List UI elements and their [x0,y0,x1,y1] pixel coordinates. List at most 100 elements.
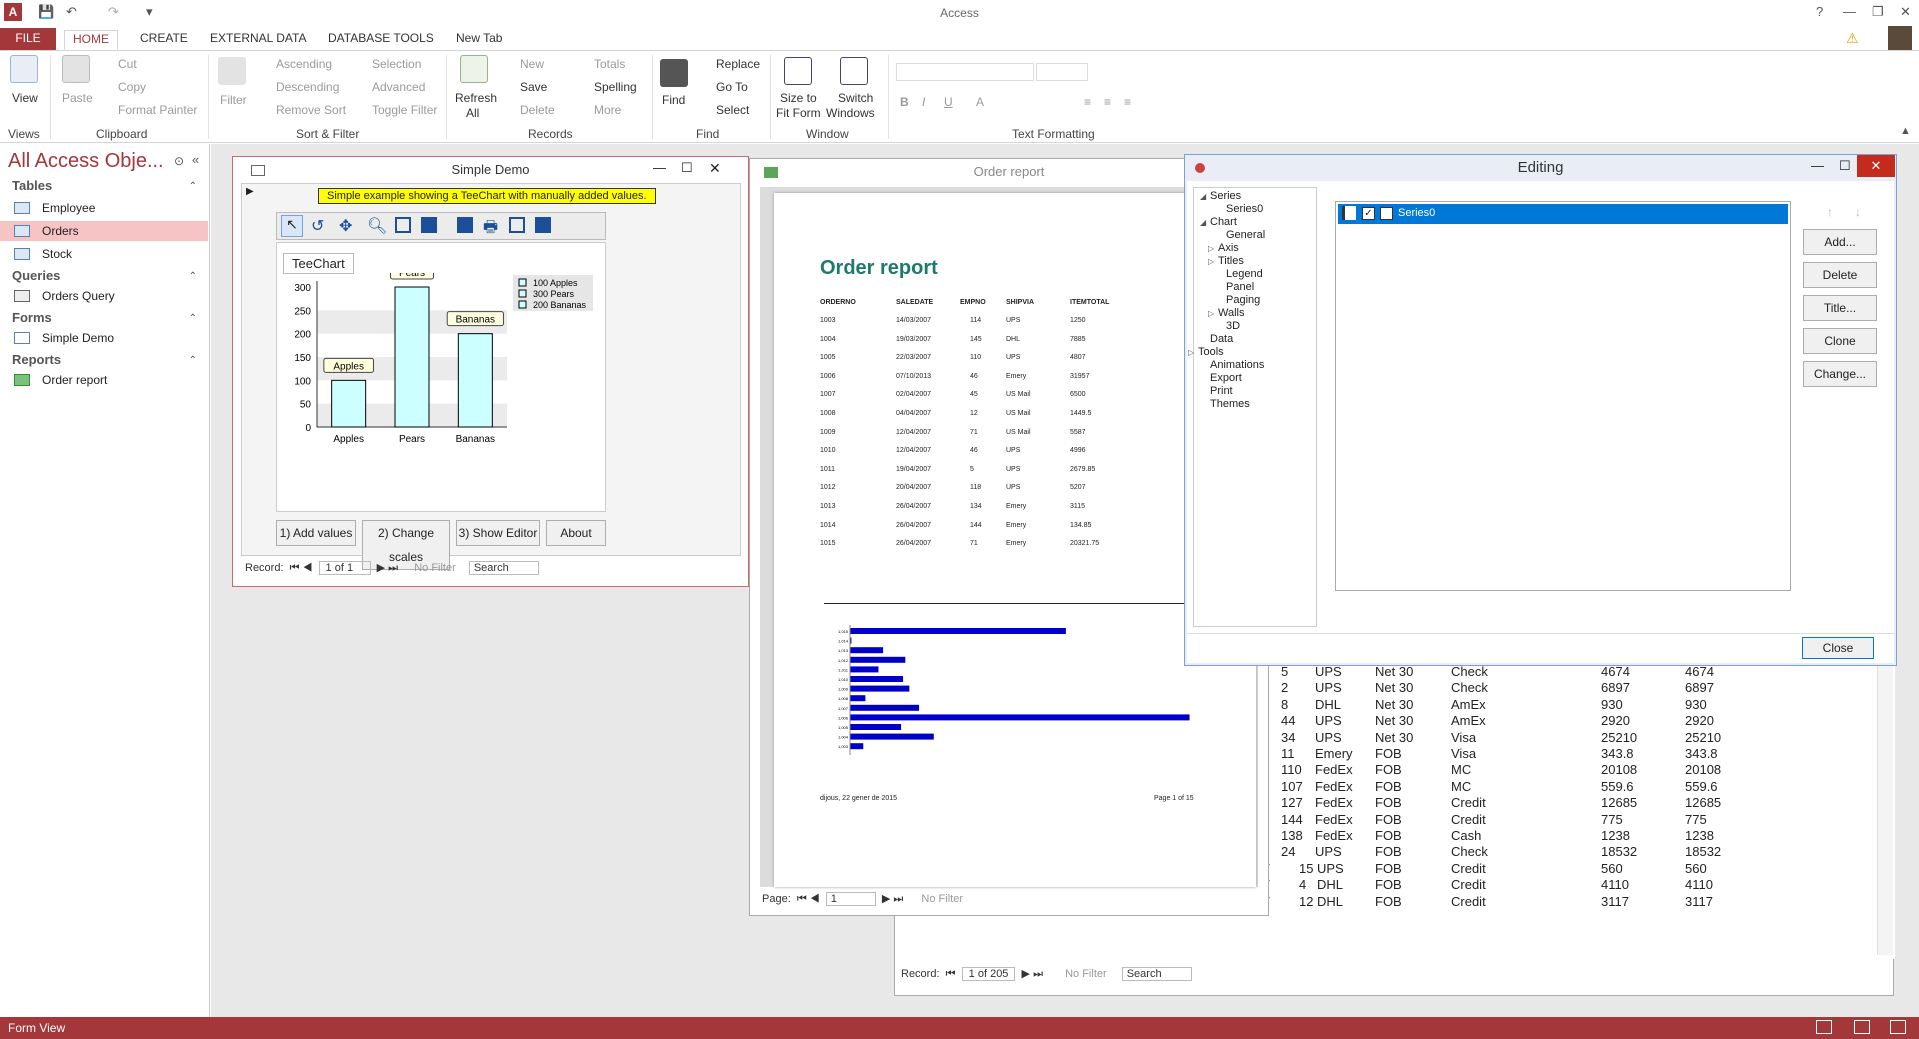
table-cell[interactable]: Credit [1451,861,1486,876]
table-cell[interactable]: DHL [1317,877,1343,892]
minimize-icon[interactable]: — [1811,158,1824,173]
table-cell[interactable]: FOB [1375,762,1402,777]
binoculars-icon[interactable] [660,59,688,87]
view-icon[interactable] [10,55,38,83]
table-cell[interactable]: Net 30 [1375,680,1413,695]
tree-node[interactable]: Themes [1210,398,1250,410]
align-left-icon[interactable]: ≡ [1084,95,1091,109]
add-series-button[interactable]: Add... [1803,229,1877,255]
table-cell[interactable]: 144 [1281,812,1303,827]
no-filter-label[interactable]: No Filter [1065,968,1107,980]
first-record-icon[interactable]: ⏮ [943,968,959,980]
table-cell[interactable]: 2 [1281,680,1288,695]
chevron-up-icon[interactable]: ⌃ [189,271,197,282]
series-color-swatch[interactable] [1380,207,1393,220]
table-cell[interactable]: Visa [1451,730,1476,745]
nav-header-forms[interactable]: Forms [12,310,52,325]
tree-node[interactable]: General [1226,229,1265,241]
chevron-up-icon[interactable]: ⌃ [189,313,197,324]
teechart-bar-chart[interactable]: 0 50 100 150 200 250 300 Apples Apples Pears Pears… [277,273,607,513]
table-cell[interactable]: 25210 [1601,730,1637,745]
next-record-icon[interactable]: ▶ ⏭ [1019,968,1047,980]
table-cell[interactable]: FOB [1375,877,1402,892]
editor-tool-icon[interactable] [457,217,473,233]
tree-node[interactable]: Data [1210,333,1233,345]
toggle-filter-button[interactable]: Toggle Filter [372,103,437,117]
design-view-icon[interactable] [1890,1020,1906,1034]
size-to-fit-button[interactable]: Size to [780,91,817,105]
depth-tool-icon[interactable] [395,217,411,233]
table-cell[interactable]: FOB [1375,861,1402,876]
collapse-ribbon-icon[interactable]: ▲ [1900,125,1911,137]
user-avatar[interactable] [1888,26,1912,50]
record-selector-arrow-icon[interactable]: ▶ [246,186,254,197]
table-cell[interactable]: 2920 [1685,713,1714,728]
table-cell[interactable]: 18532 [1685,844,1721,859]
tree-node[interactable]: Series [1210,190,1241,202]
warning-icon[interactable]: ⚠ [1846,30,1859,47]
switch-windows-icon[interactable] [840,57,868,85]
table-cell[interactable]: 3117 [1685,894,1713,909]
series-visible-checkbox[interactable]: ✓ [1362,207,1375,220]
table-cell[interactable]: Net 30 [1375,664,1413,679]
table-cell[interactable]: 8 [1281,697,1288,712]
nav-menu-icon[interactable]: ⊙ [174,154,184,168]
refresh-all-button[interactable]: Refresh [455,91,497,105]
close-icon[interactable]: ✕ [1900,4,1911,20]
table-cell[interactable]: FedEx [1315,795,1353,810]
table-cell[interactable]: UPS [1317,861,1344,876]
record-position[interactable]: 1 of 205 [961,967,1016,981]
refresh-icon[interactable] [460,55,488,83]
ascending-button[interactable]: Ascending [276,57,332,71]
table-cell[interactable]: 1238 [1685,828,1714,843]
table-cell[interactable]: 5 [1281,664,1288,679]
chart-bar[interactable] [394,286,430,428]
tree-expander-icon[interactable]: ▷ [1188,348,1194,357]
size-to-fit-icon[interactable] [784,57,812,85]
nav-item-orders[interactable]: Orders [0,221,208,241]
cut-button[interactable]: Cut [118,57,137,71]
table-cell[interactable]: FOB [1375,844,1402,859]
table-cell[interactable]: 18532 [1601,844,1637,859]
datasheet-view-icon[interactable] [1854,1020,1870,1034]
goto-button[interactable]: Go To [716,80,748,94]
tree-node[interactable]: Paging [1226,294,1260,306]
table-cell[interactable]: FedEx [1315,779,1353,794]
move-up-icon[interactable]: ↑ [1827,205,1833,219]
table-cell[interactable]: 930 [1685,697,1707,712]
next-record-icon[interactable]: ▶ ⏭ [374,562,402,574]
nav-item-employee[interactable]: Employee [0,198,208,218]
table-cell[interactable]: 559.6 [1601,779,1634,794]
table-cell[interactable]: FOB [1375,746,1402,761]
tab-create[interactable]: CREATE [132,30,196,50]
table-cell[interactable]: 343.8 [1601,746,1634,761]
rotate-tool-icon[interactable]: ↺ [311,216,324,236]
table-cell[interactable]: 12685 [1601,795,1637,810]
chart-bar[interactable] [457,333,493,428]
maximize-icon[interactable]: ☐ [1839,158,1851,174]
font-size-dropdown[interactable] [1036,63,1088,81]
advanced-button[interactable]: Advanced [372,80,425,94]
nav-item-order-report[interactable]: Order report [0,370,208,390]
table-cell[interactable]: 12 [1299,894,1313,909]
tab-external-data[interactable]: EXTERNAL DATA [202,30,314,50]
tree-node[interactable]: 3D [1226,320,1240,332]
chart-bar[interactable] [331,379,367,428]
size-to-fit-button-2[interactable]: Fit Form [776,106,821,120]
table-cell[interactable]: UPS [1315,664,1342,679]
table-cell[interactable]: UPS [1315,680,1342,695]
table-cell[interactable]: 775 [1601,812,1623,827]
page-input[interactable]: 1 [825,892,876,906]
switch-windows-button-2[interactable]: Windows [826,106,875,120]
table-cell[interactable]: Emery [1315,746,1353,761]
table-cell[interactable]: 4674 [1601,664,1630,679]
table-cell[interactable]: 1238 [1601,828,1630,843]
table-cell[interactable]: Cash [1451,828,1481,843]
chevron-up-icon[interactable]: ⌃ [189,181,197,192]
table-cell[interactable]: 110 [1281,762,1302,777]
table-cell[interactable]: Credit [1451,795,1486,810]
tree-node[interactable]: Legend [1226,268,1263,280]
tree-expander-icon[interactable]: ◢ [1200,218,1206,227]
record-position[interactable]: 1 of 1 [318,561,371,575]
table-cell[interactable]: UPS [1315,844,1342,859]
